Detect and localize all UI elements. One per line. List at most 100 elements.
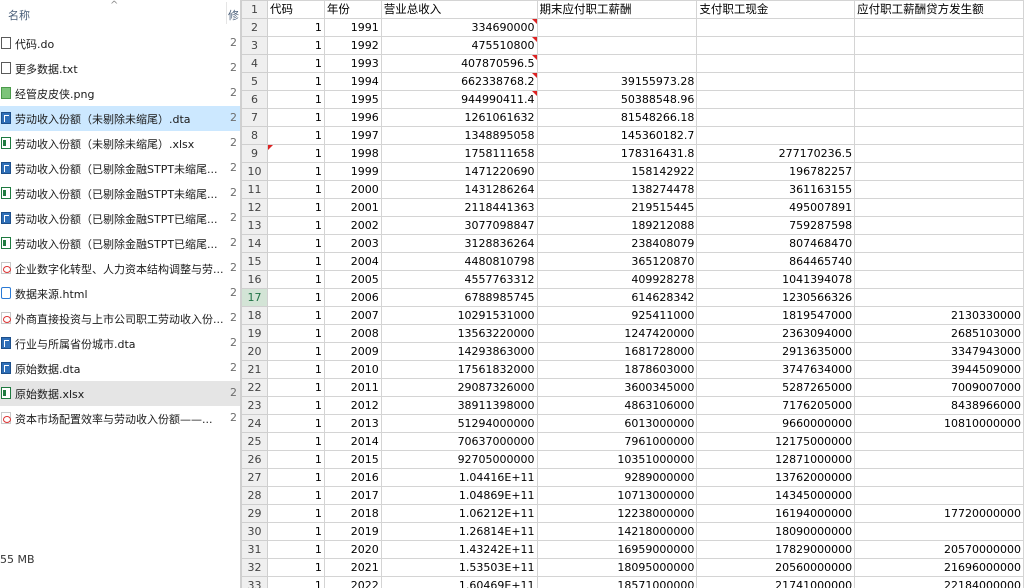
table-cell[interactable]: 196782257	[696, 162, 856, 181]
table-cell[interactable]: 662338768.2	[380, 72, 538, 91]
table-cell[interactable]: 495007891	[696, 198, 856, 217]
table-cell[interactable]	[696, 54, 856, 73]
row-number-header[interactable]: 16	[241, 270, 268, 289]
table-cell[interactable]: 9289000000	[536, 468, 698, 487]
table-cell[interactable]: 3128836264	[380, 234, 538, 253]
row-number-header[interactable]: 12	[241, 198, 268, 217]
row-number-header[interactable]: 22	[241, 378, 268, 397]
table-cell[interactable]: 1	[266, 126, 325, 145]
table-cell[interactable]	[854, 522, 1024, 541]
table-cell[interactable]: 407870596.5	[380, 54, 538, 73]
table-cell[interactable]: 7176205000	[696, 396, 856, 415]
table-cell[interactable]: 1	[266, 576, 325, 588]
column-header-cell[interactable]: 应付职工薪酬贷方发生额	[854, 0, 1024, 19]
file-list-item[interactable]: 更多数据.txt 2	[0, 56, 240, 81]
table-cell[interactable]	[854, 54, 1024, 73]
file-list-item[interactable]: 经管皮皮侠.png 2	[0, 81, 240, 106]
table-cell[interactable]: 1	[266, 414, 325, 433]
table-cell[interactable]: 2005	[323, 270, 382, 289]
table-cell[interactable]: 20560000000	[696, 558, 856, 577]
table-cell[interactable]: 1431286264	[380, 180, 538, 199]
table-cell[interactable]: 1.60469E+11	[380, 576, 538, 588]
table-cell[interactable]: 614628342	[536, 288, 698, 307]
table-cell[interactable]	[854, 432, 1024, 451]
file-list-item[interactable]: 外商直接投资与上市公司职工劳动收入份... 2	[0, 306, 240, 331]
table-cell[interactable]: 2004	[323, 252, 382, 271]
table-cell[interactable]: 361163155	[696, 180, 856, 199]
table-cell[interactable]: 12871000000	[696, 450, 856, 469]
table-cell[interactable]: 1681728000	[536, 342, 698, 361]
table-cell[interactable]: 1	[266, 540, 325, 559]
table-cell[interactable]: 70637000000	[380, 432, 538, 451]
table-cell[interactable]	[854, 450, 1024, 469]
table-cell[interactable]: 18090000000	[696, 522, 856, 541]
modified-column-header[interactable]: 修	[228, 7, 239, 23]
row-number-header[interactable]: 11	[241, 180, 268, 199]
table-cell[interactable]: 2363094000	[696, 324, 856, 343]
table-cell[interactable]: 2021	[323, 558, 382, 577]
table-cell[interactable]: 1	[266, 360, 325, 379]
table-cell[interactable]: 1	[266, 252, 325, 271]
table-cell[interactable]	[854, 180, 1024, 199]
table-cell[interactable]: 1998	[323, 144, 382, 163]
file-list-item[interactable]: 企业数字化转型、人力资本结构调整与劳... 2	[0, 256, 240, 281]
table-cell[interactable]: 12238000000	[536, 504, 698, 523]
row-number-header[interactable]: 10	[241, 162, 268, 181]
table-cell[interactable]: 1	[266, 450, 325, 469]
file-list-item[interactable]: 行业与所属省份城市.dta 2	[0, 331, 240, 356]
table-cell[interactable]	[696, 126, 856, 145]
table-cell[interactable]: 365120870	[536, 252, 698, 271]
column-separator[interactable]	[226, 2, 227, 24]
table-cell[interactable]: 178316431.8	[536, 144, 698, 163]
table-cell[interactable]: 2003	[323, 234, 382, 253]
table-cell[interactable]: 759287598	[696, 216, 856, 235]
table-cell[interactable]: 1878603000	[536, 360, 698, 379]
table-cell[interactable]: 1.04869E+11	[380, 486, 538, 505]
table-cell[interactable]: 3944509000	[854, 360, 1024, 379]
table-cell[interactable]	[536, 54, 698, 73]
table-cell[interactable]: 13762000000	[696, 468, 856, 487]
table-cell[interactable]	[854, 126, 1024, 145]
table-cell[interactable]: 4480810798	[380, 252, 538, 271]
table-cell[interactable]: 2118441363	[380, 198, 538, 217]
row-number-header[interactable]: 15	[241, 252, 268, 271]
table-cell[interactable]: 944990411.4	[380, 90, 538, 109]
table-cell[interactable]: 51294000000	[380, 414, 538, 433]
table-cell[interactable]: 18095000000	[536, 558, 698, 577]
table-cell[interactable]	[854, 198, 1024, 217]
table-cell[interactable]: 7961000000	[536, 432, 698, 451]
row-number-header[interactable]: 23	[241, 396, 268, 415]
table-cell[interactable]: 1	[266, 396, 325, 415]
table-cell[interactable]: 138274478	[536, 180, 698, 199]
table-cell[interactable]: 50388548.96	[536, 90, 698, 109]
table-cell[interactable]: 1	[266, 180, 325, 199]
table-cell[interactable]: 1	[266, 162, 325, 181]
row-number-header[interactable]: 30	[241, 522, 268, 541]
table-cell[interactable]	[854, 486, 1024, 505]
file-list-item[interactable]: 数据来源.html 2	[0, 281, 240, 306]
table-cell[interactable]: 1	[266, 504, 325, 523]
table-cell[interactable]: 334690000	[380, 18, 538, 37]
table-cell[interactable]: 2010	[323, 360, 382, 379]
table-cell[interactable]: 475510800	[380, 36, 538, 55]
table-cell[interactable]: 29087326000	[380, 378, 538, 397]
table-cell[interactable]: 81548266.18	[536, 108, 698, 127]
table-cell[interactable]: 17720000000	[854, 504, 1024, 523]
table-cell[interactable]: 1999	[323, 162, 382, 181]
table-cell[interactable]: 1471220690	[380, 162, 538, 181]
table-cell[interactable]: 3347943000	[854, 342, 1024, 361]
table-cell[interactable]: 1994	[323, 72, 382, 91]
table-cell[interactable]: 1991	[323, 18, 382, 37]
table-cell[interactable]: 145360182.7	[536, 126, 698, 145]
row-number-header[interactable]: 1	[241, 0, 268, 19]
table-cell[interactable]	[854, 270, 1024, 289]
table-cell[interactable]: 864465740	[696, 252, 856, 271]
table-cell[interactable]: 1	[266, 72, 325, 91]
file-list-item[interactable]: 原始数据.dta 2	[0, 356, 240, 381]
table-cell[interactable]: 6788985745	[380, 288, 538, 307]
table-cell[interactable]: 1041394078	[696, 270, 856, 289]
table-cell[interactable]: 1996	[323, 108, 382, 127]
row-number-header[interactable]: 17	[241, 288, 268, 307]
table-cell[interactable]: 1348895058	[380, 126, 538, 145]
table-cell[interactable]: 1	[266, 36, 325, 55]
